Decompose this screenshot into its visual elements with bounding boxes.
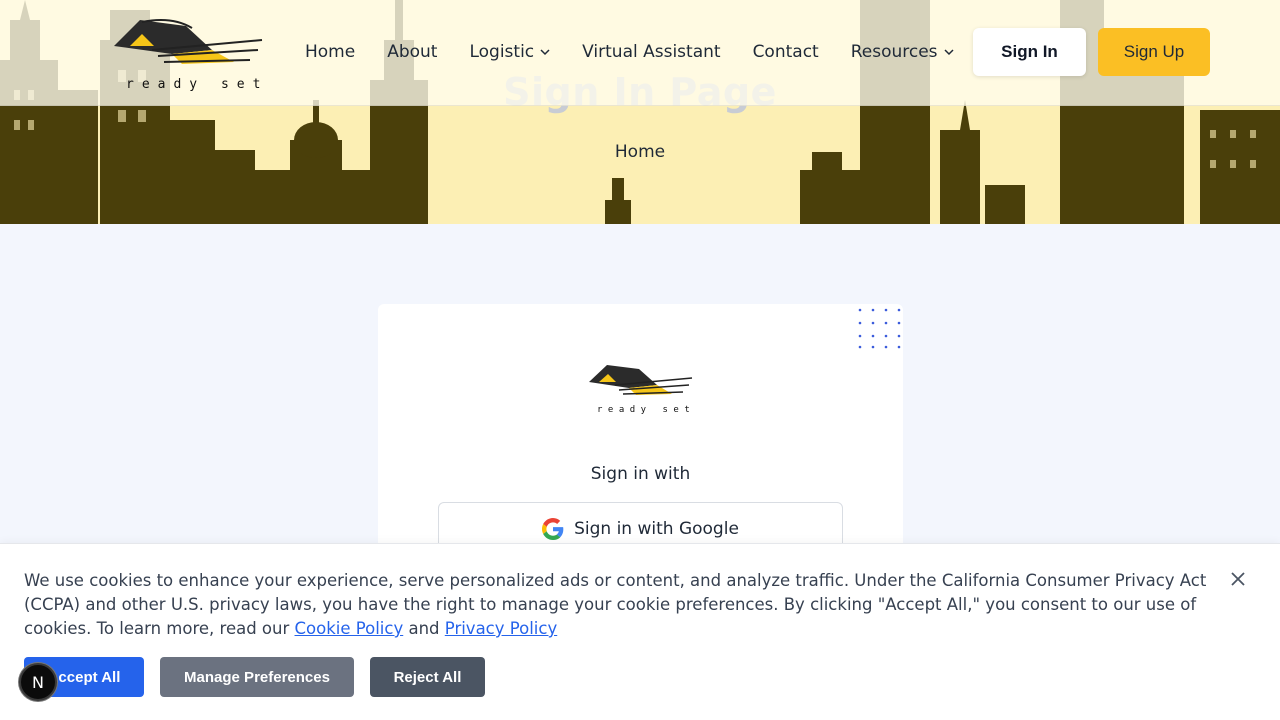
cookie-message: We use cookies to enhance your experienc… xyxy=(24,569,1224,641)
manage-preferences-button[interactable]: Manage Preferences xyxy=(160,657,354,697)
nav-contact[interactable]: Contact xyxy=(753,40,819,64)
google-signin-label: Sign in with Google xyxy=(574,519,739,539)
nav-logistic-label: Logistic xyxy=(469,42,535,62)
card-ready-set-logo: ready set xyxy=(589,365,695,415)
nav-resources-label: Resources xyxy=(850,42,938,62)
nav-contact-label: Contact xyxy=(752,42,819,62)
svg-text:ready set: ready set xyxy=(597,405,695,415)
chevron-down-icon xyxy=(944,49,954,56)
ready-set-logo[interactable]: ready set xyxy=(112,16,266,94)
nav-logistic[interactable]: Logistic xyxy=(469,40,550,64)
nextjs-dev-badge[interactable]: N xyxy=(19,663,57,701)
sign-in-button[interactable]: Sign In xyxy=(973,28,1086,76)
nav-home[interactable]: Home xyxy=(305,40,355,64)
cookie-message-text: We use cookies to enhance your experienc… xyxy=(24,571,1207,638)
cookie-and-text: and xyxy=(403,619,445,638)
breadcrumb[interactable]: Home xyxy=(0,142,1280,162)
decorative-dots xyxy=(858,308,901,349)
svg-text:ready set: ready set xyxy=(126,77,266,92)
chevron-down-icon xyxy=(540,49,550,56)
cookie-banner: We use cookies to enhance your experienc… xyxy=(0,543,1280,720)
nav-about-label: About xyxy=(387,42,438,62)
nav-home-label: Home xyxy=(305,42,356,62)
sign-up-button[interactable]: Sign Up xyxy=(1098,28,1210,76)
privacy-policy-link[interactable]: Privacy Policy xyxy=(445,619,557,638)
google-icon xyxy=(542,518,564,540)
nav-virtual-assistant-label: Virtual Assistant xyxy=(582,42,721,62)
main-nav: Home About Logistic Virtual Assistant Co… xyxy=(305,40,954,64)
cookie-policy-link[interactable]: Cookie Policy xyxy=(295,619,404,638)
site-header: ready set Home About Logistic Virtual As… xyxy=(0,0,1280,106)
nav-about[interactable]: About xyxy=(387,40,437,64)
nav-virtual-assistant[interactable]: Virtual Assistant xyxy=(582,40,720,64)
close-icon[interactable] xyxy=(1229,570,1247,588)
nav-resources[interactable]: Resources xyxy=(851,40,954,64)
reject-all-button[interactable]: Reject All xyxy=(370,657,485,697)
sign-in-with-heading: Sign in with xyxy=(590,464,691,484)
